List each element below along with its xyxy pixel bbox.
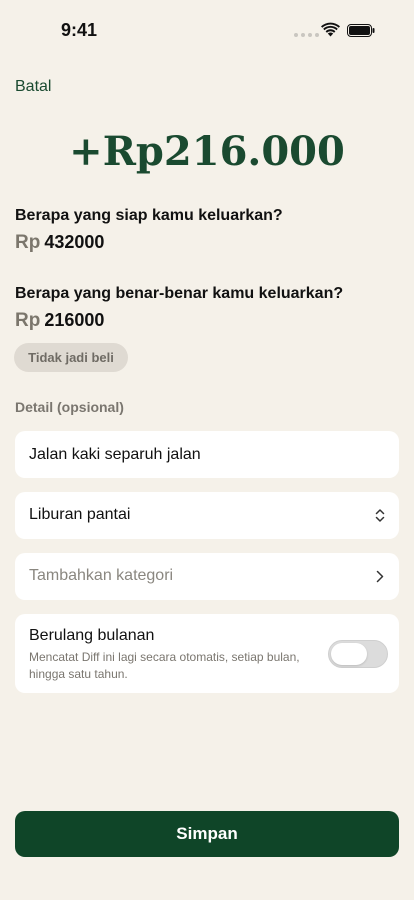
recurring-title: Berulang bulanan [29,627,155,644]
planned-amount-input[interactable] [44,232,245,253]
recurring-toggle[interactable] [328,640,388,668]
add-category-row[interactable]: Tambahkan kategori [15,553,399,600]
save-button[interactable]: Simpan [15,811,399,857]
goal-select-value: Liburan pantai [29,506,131,523]
battery-icon [347,24,375,37]
actual-currency: Rp [15,310,41,331]
planned-amount-field: Rp [15,232,245,254]
note-input[interactable] [29,431,379,478]
actual-question: Berapa yang benar-benar kamu keluarkan? [15,285,344,302]
status-time: 9:41 [61,20,98,40]
details-section-label: Detail (opsional) [15,399,124,415]
add-category-label: Tambahkan kategori [29,567,174,584]
chevron-right-icon [376,570,384,583]
diff-amount: +Rp216.000 [69,128,345,175]
goal-select[interactable]: Liburan pantai [15,492,399,539]
recurring-description: Mencatat Diff ini lagi secara otomatis, … [29,650,300,681]
status-bar: 9:41 [0,0,414,60]
planned-question: Berapa yang siap kamu keluarkan? [15,207,283,224]
signal-dots-icon [294,33,319,37]
actual-amount-input[interactable] [44,310,245,331]
recurring-card: Berulang bulanan Mencatat Diff ini lagi … [15,614,399,693]
cancel-button[interactable]: Batal [15,78,51,96]
planned-currency: Rp [15,232,41,253]
chevron-up-down-icon [375,509,385,522]
did-not-buy-chip[interactable]: Tidak jadi beli [14,343,128,372]
note-card [15,431,399,478]
actual-amount-field: Rp [15,310,245,332]
wifi-icon [321,22,340,37]
toggle-knob [331,643,367,665]
